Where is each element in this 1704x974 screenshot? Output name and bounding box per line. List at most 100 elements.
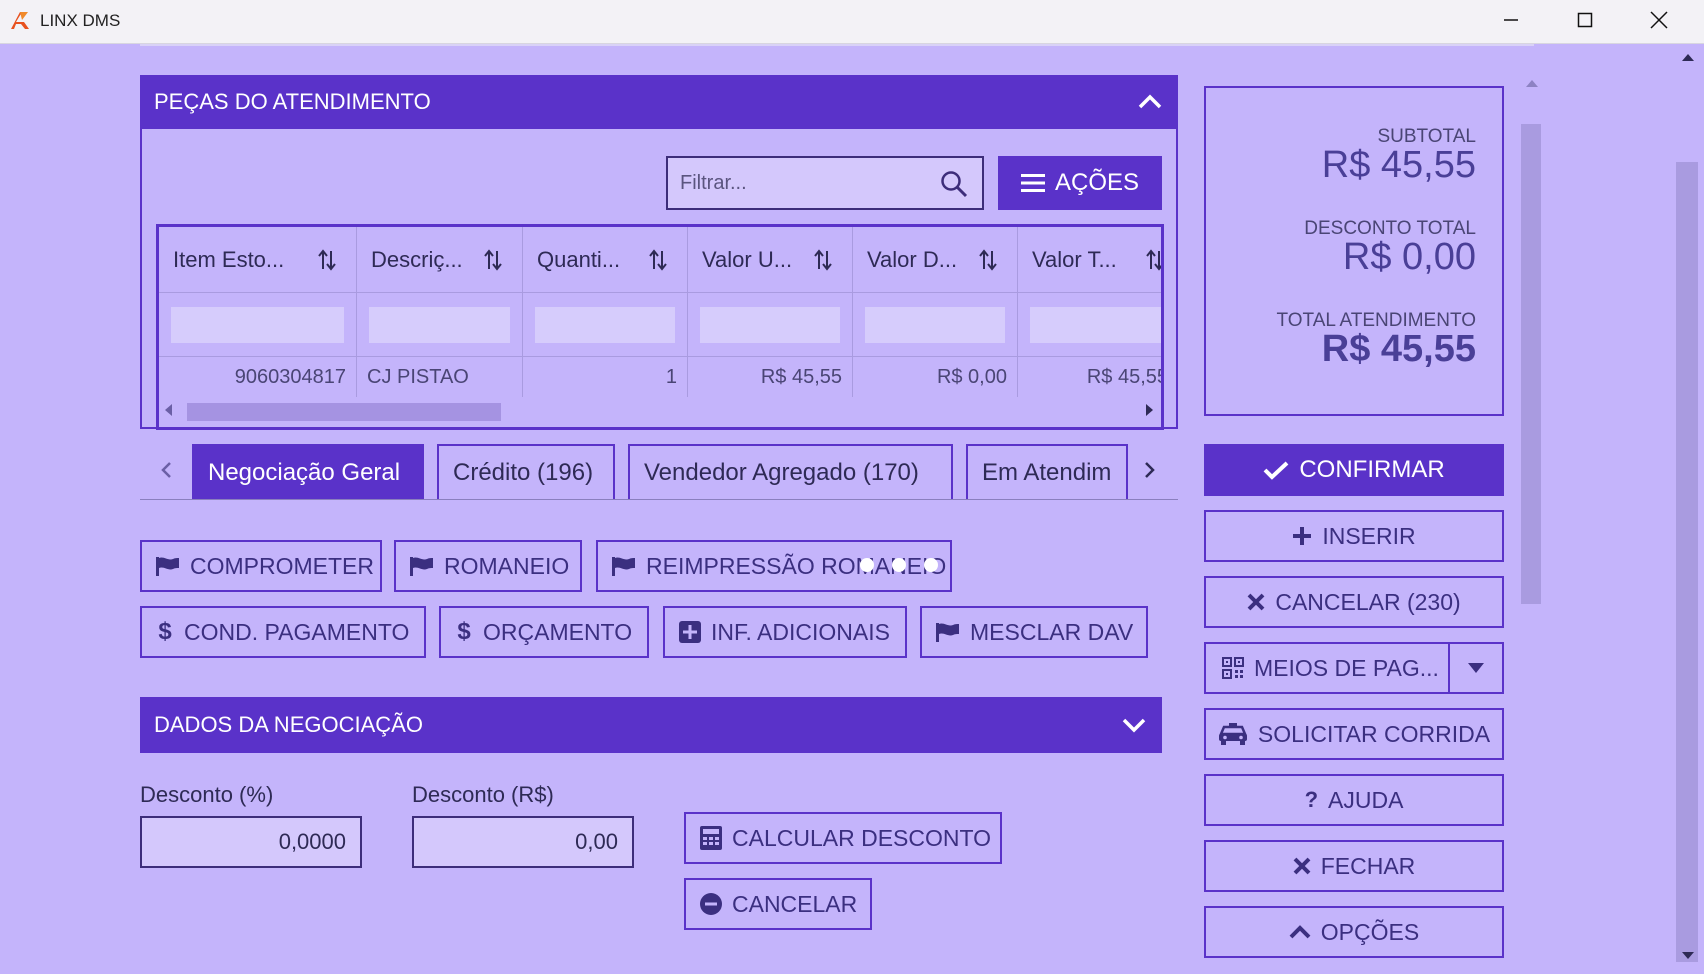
column-filter-input[interactable] <box>865 307 1005 343</box>
confirmar-button[interactable]: CONFIRMAR <box>1204 444 1504 496</box>
desconto-total-value: R$ 0,00 <box>1342 236 1476 278</box>
maximize-icon <box>1577 12 1593 28</box>
column-header-valor-desconto[interactable]: Valor D... <box>853 227 1018 292</box>
maximize-button[interactable] <box>1548 0 1622 40</box>
scroll-left-icon[interactable] <box>165 404 172 416</box>
dollar-icon: $ <box>158 618 172 645</box>
sort-icon[interactable] <box>484 249 502 271</box>
scrollbar-thumb[interactable] <box>1676 162 1698 962</box>
tabs-divider <box>140 499 1178 500</box>
filter-cell <box>688 293 853 356</box>
sort-icon[interactable] <box>649 249 667 271</box>
tab-negociacao-geral[interactable]: Negociação Geral <box>192 444 424 500</box>
tab-credito[interactable]: Crédito (196) <box>437 444 615 500</box>
cancelar-atendimento-button[interactable]: CANCELAR (230) <box>1204 576 1504 628</box>
check-icon <box>1263 461 1289 480</box>
chevron-up-icon[interactable] <box>1136 88 1164 116</box>
pecas-grid: Item Esto... Descriç... Quanti... Valor … <box>156 224 1164 430</box>
acoes-button[interactable]: AÇÕES <box>998 156 1162 210</box>
minimize-icon <box>1504 19 1518 21</box>
outer-vertical-scrollbar[interactable] <box>1672 44 1704 974</box>
close-icon <box>1247 593 1265 611</box>
scroll-up-icon[interactable] <box>1526 80 1538 87</box>
column-filter-input[interactable] <box>369 307 510 343</box>
column-filter-input[interactable] <box>700 307 840 343</box>
cell-item-estoque: 9060304817 <box>159 357 357 397</box>
plus-icon <box>1293 527 1312 545</box>
column-header-descricao[interactable]: Descriç... <box>357 227 523 292</box>
close-icon <box>1650 11 1668 29</box>
chevron-down-icon[interactable] <box>1120 711 1148 739</box>
filter-field[interactable] <box>666 156 984 210</box>
column-header-valor-unitario[interactable]: Valor U... <box>688 227 853 292</box>
tabs-scroll-right-button[interactable] <box>1136 442 1164 498</box>
filter-input[interactable] <box>680 168 930 198</box>
column-header-valor-total[interactable]: Valor T... <box>1018 227 1164 292</box>
tab-em-atendimento[interactable]: Em Atendim <box>966 444 1128 500</box>
tabs-scroll-left-button[interactable] <box>152 442 180 498</box>
romaneio-button[interactable]: ROMANEIO <box>394 540 582 592</box>
totals-panel: SUBTOTAL R$ 45,55 DESCONTO TOTAL R$ 0,00… <box>1204 86 1504 416</box>
close-icon <box>1293 857 1311 875</box>
flag-icon <box>612 557 635 576</box>
desconto-rs-input[interactable]: 0,00 <box>412 816 634 868</box>
calculator-icon <box>700 826 722 850</box>
desconto-pct-input[interactable]: 0,0000 <box>140 816 362 868</box>
chevron-up-icon <box>1289 925 1311 939</box>
column-filter-input[interactable] <box>535 307 675 343</box>
filter-cell <box>357 293 523 356</box>
subtotal-value: R$ 45,55 <box>1321 144 1476 186</box>
meios-de-pagamento-button[interactable]: MEIOS DE PAG... <box>1206 644 1450 692</box>
inf-adicionais-button[interactable]: INF. ADICIONAIS <box>663 606 907 658</box>
table-row[interactable]: 9060304817 CJ PISTAO 1 R$ 45,55 R$ 0,00 … <box>159 357 1161 397</box>
cancelar-desconto-button[interactable]: CANCELAR <box>684 878 872 930</box>
cond-pagamento-button[interactable]: $ COND. PAGAMENTO <box>140 606 426 658</box>
scroll-down-icon[interactable] <box>1682 952 1694 959</box>
menu-icon <box>1020 174 1045 192</box>
minimize-button[interactable] <box>1474 0 1548 40</box>
sort-icon[interactable] <box>1146 249 1164 271</box>
orcamento-button[interactable]: $ ORÇAMENTO <box>439 606 649 658</box>
solicitar-corrida-button[interactable]: SOLICITAR CORRIDA <box>1204 708 1504 760</box>
column-header-item-estoque[interactable]: Item Esto... <box>159 227 357 292</box>
scrollbar-thumb[interactable] <box>187 403 501 421</box>
filter-cell <box>523 293 688 356</box>
mesclar-dav-button[interactable]: MESCLAR DAV <box>920 606 1148 658</box>
chevron-left-icon <box>161 462 171 478</box>
cell-descricao: CJ PISTAO <box>357 357 523 397</box>
pecas-panel-header[interactable]: PEÇAS DO ATENDIMENTO <box>140 75 1178 129</box>
filter-cell <box>853 293 1018 356</box>
cell-valor-desconto: R$ 0,00 <box>853 357 1018 397</box>
inserir-button[interactable]: INSERIR <box>1204 510 1504 562</box>
comprometer-button[interactable]: COMPROMETER <box>140 540 382 592</box>
linx-logo-icon <box>11 12 29 29</box>
calcular-desconto-button[interactable]: CALCULAR DESCONTO <box>684 812 1002 864</box>
pecas-panel-title: PEÇAS DO ATENDIMENTO <box>154 89 431 114</box>
sort-icon[interactable] <box>979 249 997 271</box>
chevron-right-icon <box>1145 462 1155 478</box>
flag-icon <box>156 557 179 576</box>
search-icon[interactable] <box>940 170 968 198</box>
scroll-right-icon[interactable] <box>1146 404 1153 416</box>
qrcode-icon <box>1222 657 1244 679</box>
close-window-button[interactable] <box>1622 0 1696 40</box>
fechar-button[interactable]: FECHAR <box>1204 840 1504 892</box>
ajuda-button[interactable]: ? AJUDA <box>1204 774 1504 826</box>
column-filter-input[interactable] <box>171 307 344 343</box>
opcoes-button[interactable]: OPÇÕES <box>1204 906 1504 958</box>
column-header-quantidade[interactable]: Quanti... <box>523 227 688 292</box>
meios-de-pagamento-dropdown[interactable] <box>1450 644 1502 692</box>
filter-cell <box>1018 293 1161 356</box>
inner-vertical-scrollbar[interactable] <box>1520 68 1544 974</box>
sort-icon[interactable] <box>814 249 832 271</box>
dados-panel-header[interactable]: DADOS DA NEGOCIAÇÃO <box>140 697 1162 753</box>
horizontal-scrollbar[interactable] <box>159 399 1161 425</box>
sort-icon[interactable] <box>318 249 336 271</box>
tab-vendedor-agregado[interactable]: Vendedor Agregado (170) <box>628 444 953 500</box>
flag-icon <box>410 557 433 576</box>
scroll-up-icon[interactable] <box>1682 54 1694 61</box>
scrollbar-thumb[interactable] <box>1521 124 1541 604</box>
caret-down-icon <box>1468 663 1484 673</box>
column-filter-input[interactable] <box>1030 307 1161 343</box>
main-page: PEÇAS DO ATENDIMENTO AÇÕES Item Esto... … <box>0 44 1704 974</box>
